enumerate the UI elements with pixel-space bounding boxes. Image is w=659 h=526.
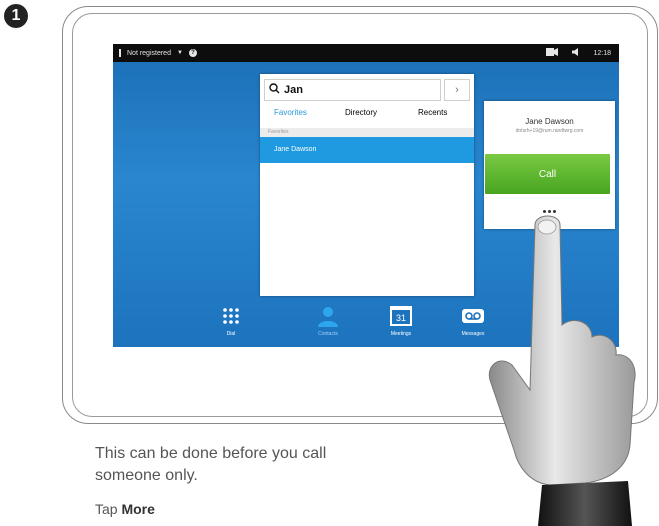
nav-label: Meetings <box>390 331 412 337</box>
status-bar: Not registered ▼ ? 12:18 <box>113 44 619 62</box>
clock-time: 12:18 <box>593 49 611 57</box>
search-value: Jan <box>284 84 303 96</box>
contacts-panel: Jan › Favorites Directory Recents Favori… <box>260 74 474 296</box>
list-item[interactable]: Jane Dawson <box>260 137 474 163</box>
volume-icon[interactable] <box>572 48 579 58</box>
search-icon <box>269 83 280 97</box>
info-icon[interactable]: ? <box>188 49 197 57</box>
contact-address: dntsrh+19@rum.randtwrg.com <box>515 128 584 134</box>
calendar-icon: 31 <box>389 305 413 327</box>
search-row: Jan › <box>264 79 470 101</box>
pointing-hand-illustration <box>488 215 636 526</box>
registration-status[interactable]: Not registered <box>127 50 171 57</box>
tab-recents[interactable]: Recents <box>418 108 447 117</box>
selfview-icon[interactable] <box>546 48 559 58</box>
signal-icon <box>119 49 121 57</box>
tab-favorites[interactable]: Favorites <box>274 108 307 117</box>
caption-line-1: This can be done before you call <box>95 445 327 462</box>
instruction-prefix: Tap <box>95 501 122 517</box>
nav-label: Contacts <box>318 331 338 337</box>
nav-label: Dial <box>226 331 236 337</box>
chevron-down-icon[interactable]: ▼ <box>177 50 183 56</box>
favorites-section-header: Favorites <box>260 128 474 137</box>
call-button[interactable]: Call <box>485 154 610 194</box>
search-go-button[interactable]: › <box>444 79 470 101</box>
nav-meetings[interactable]: 31 Meetings <box>371 305 431 337</box>
instruction-text: Tap More <box>95 501 155 517</box>
contacts-icon <box>316 305 340 327</box>
step-number-badge: 1 <box>4 4 28 28</box>
calendar-day: 31 <box>396 313 406 323</box>
nav-dial[interactable]: Dial <box>201 305 261 337</box>
contact-tabs: Favorites Directory Recents <box>260 108 474 124</box>
caption-line-2: someone only. <box>95 467 198 484</box>
instruction-bold: More <box>121 501 155 517</box>
contact-name: Jane Dawson <box>525 117 574 126</box>
tab-directory[interactable]: Directory <box>345 108 377 117</box>
dialpad-icon <box>219 305 243 327</box>
search-input[interactable]: Jan <box>264 79 441 101</box>
nav-contacts[interactable]: Contacts <box>298 305 358 337</box>
caption-text: This can be done before you call someone… <box>95 443 326 487</box>
